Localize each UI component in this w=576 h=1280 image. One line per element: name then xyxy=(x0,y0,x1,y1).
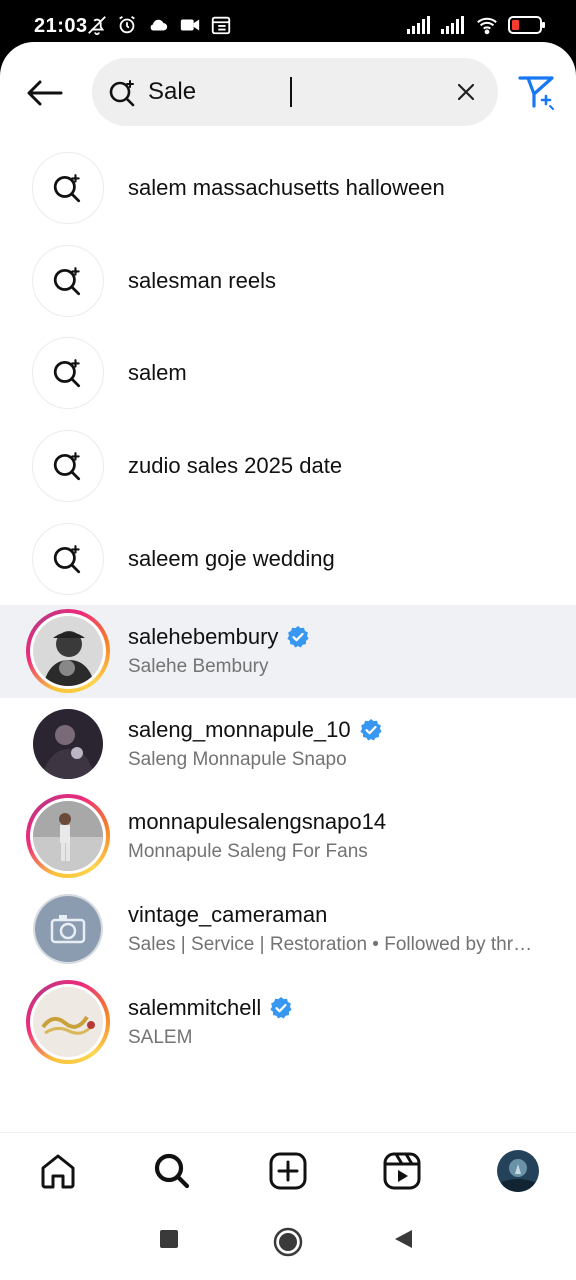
avatar xyxy=(33,894,103,965)
back-button[interactable] xyxy=(20,68,70,118)
account-text: salemmitchell SALEM xyxy=(128,995,548,1049)
home-circle-icon xyxy=(273,1227,303,1257)
signal-icon-1 xyxy=(407,16,430,34)
avatar xyxy=(33,986,103,1057)
keyword-suggestion[interactable]: salem massachusetts halloween xyxy=(0,142,576,235)
search-icon xyxy=(154,1153,190,1189)
account-row-monnapulesalengsnapo14[interactable]: monnapulesalengsnapo14 Monnapule Saleng … xyxy=(0,790,576,883)
suggestion-icon-circle xyxy=(32,244,104,317)
app-surface: salem massachusetts halloween salesman r… xyxy=(0,42,576,1280)
status-right-icons xyxy=(406,14,546,36)
calendar-icon xyxy=(211,16,231,35)
avatar-frame xyxy=(26,702,110,786)
system-navigation-bar xyxy=(0,1206,576,1280)
nav-search[interactable] xyxy=(150,1149,194,1193)
nav-home[interactable] xyxy=(36,1149,80,1193)
suggestion-text: zudio sales 2025 date xyxy=(128,453,343,479)
search-sparkle-icon xyxy=(53,544,81,573)
avatar xyxy=(33,708,103,779)
nav-profile[interactable] xyxy=(496,1149,540,1193)
keyword-suggestion[interactable]: salesman reels xyxy=(0,235,576,328)
video-camera-icon xyxy=(180,19,200,31)
search-input[interactable] xyxy=(148,74,438,110)
suggestion-text: saleem goje wedding xyxy=(128,545,335,571)
username: salehebembury xyxy=(128,624,279,650)
search-sparkle-icon xyxy=(53,359,81,388)
username: vintage_cameraman xyxy=(128,902,328,928)
back-triangle-icon xyxy=(395,1230,412,1248)
nav-reels[interactable] xyxy=(380,1149,424,1193)
account-row-vintage-cameraman[interactable]: vintage_cameraman Sales | Service | Rest… xyxy=(0,883,576,976)
suggestion-icon-circle xyxy=(32,522,104,595)
full-name: Monnapule Saleng For Fans xyxy=(128,841,368,863)
wifi-icon xyxy=(477,17,497,35)
create-post-icon xyxy=(269,1152,307,1190)
keyword-suggestion[interactable]: salem xyxy=(0,327,576,420)
full-name: Sales | Service | Restoration • Followed… xyxy=(128,934,533,956)
screen: 21:03 Sale salem massachusetts halloween… xyxy=(0,0,576,1280)
keyword-suggestion[interactable]: saleem goje wedding xyxy=(0,512,576,605)
suggestion-icon-circle xyxy=(32,152,104,225)
search-sparkle-icon xyxy=(53,452,81,481)
status-time: 21:03 xyxy=(34,15,88,37)
bottom-navigation xyxy=(0,1132,576,1206)
verified-badge-icon xyxy=(287,626,310,648)
profile-avatar xyxy=(497,1150,539,1192)
signal-icon-2 xyxy=(441,16,464,34)
suggestion-icon-circle xyxy=(32,337,104,410)
suggestion-text: salem xyxy=(128,360,187,386)
search-sparkle-icon xyxy=(53,174,81,203)
full-name: Salehe Bembury xyxy=(128,656,269,678)
cloud-icon xyxy=(150,19,168,31)
text-caret xyxy=(290,77,292,107)
bell-off-icon xyxy=(88,16,106,36)
username: saleng_monnapule_10 xyxy=(128,716,351,742)
filter-button[interactable] xyxy=(516,72,556,112)
reels-icon xyxy=(383,1152,421,1190)
avatar xyxy=(33,801,103,872)
username: salemmitchell xyxy=(128,994,262,1020)
account-text: monnapulesalengsnapo14 Monnapule Saleng … xyxy=(128,809,548,863)
back-nav-button[interactable] xyxy=(392,1228,416,1255)
nav-create[interactable] xyxy=(266,1149,310,1193)
recents-button[interactable] xyxy=(158,1228,180,1255)
battery-icon xyxy=(508,16,545,34)
search-box[interactable] xyxy=(92,58,498,126)
verified-badge-icon xyxy=(360,718,382,741)
suggestion-text: salem massachusetts halloween xyxy=(128,175,445,201)
suggestion-icon-circle xyxy=(32,430,104,503)
username: monnapulesalengsnapo14 xyxy=(128,809,387,835)
account-text: vintage_cameraman Sales | Service | Rest… xyxy=(128,902,548,956)
avatar xyxy=(33,616,103,687)
recents-square-icon xyxy=(160,1230,178,1248)
avatar-frame xyxy=(26,887,110,971)
account-text: salehebembury Salehe Bembury xyxy=(128,624,548,678)
full-name: Saleng Monnapule Snapo xyxy=(128,748,347,770)
close-icon xyxy=(457,83,475,101)
account-row-salemmitchell[interactable]: salemmitchell SALEM xyxy=(0,975,576,1068)
back-arrow-icon xyxy=(27,80,63,106)
home-icon xyxy=(41,1154,75,1189)
suggestion-text: salesman reels xyxy=(128,267,276,293)
keyword-suggestion[interactable]: zudio sales 2025 date xyxy=(0,420,576,513)
alarm-icon xyxy=(119,15,135,34)
verified-badge-icon xyxy=(270,996,292,1019)
story-ring xyxy=(26,979,110,1064)
search-results-list: salem massachusetts halloween salesman r… xyxy=(0,142,576,1068)
story-ring xyxy=(26,794,110,879)
account-text: saleng_monnapule_10 Saleng Monnapule Sna… xyxy=(128,717,548,771)
status-left-icons xyxy=(86,14,232,36)
story-ring xyxy=(26,609,110,694)
home-button[interactable] xyxy=(272,1226,304,1263)
full-name: SALEM xyxy=(128,1026,193,1048)
search-sparkle-icon xyxy=(53,267,81,296)
clear-search-button[interactable] xyxy=(454,80,478,104)
search-header xyxy=(0,42,576,142)
account-row-saleng-monnapule-10[interactable]: saleng_monnapule_10 Saleng Monnapule Sna… xyxy=(0,698,576,791)
account-row-salehebembury[interactable]: salehebembury Salehe Bembury xyxy=(0,604,576,698)
search-sparkle-icon xyxy=(109,80,135,107)
send-filter-icon xyxy=(518,76,554,110)
